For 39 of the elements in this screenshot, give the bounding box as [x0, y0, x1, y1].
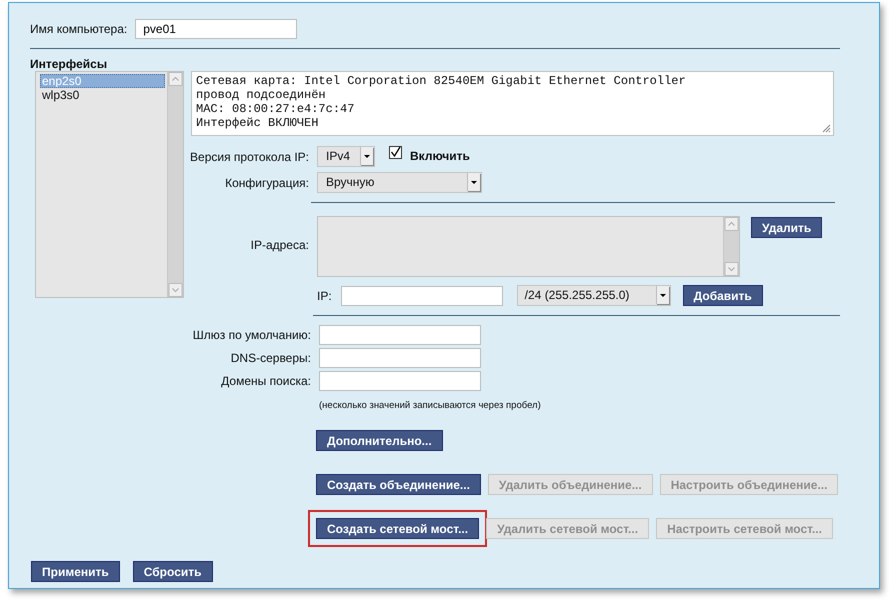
field-label: Шлюз по умолчанию:	[192, 328, 311, 342]
netmask-select[interactable]: /24 (255.255.255.0)	[516, 285, 671, 306]
configuration-select[interactable]: Вручную	[317, 172, 482, 193]
scroll-down-icon[interactable]	[168, 283, 183, 297]
enable-checkbox[interactable]: Включить	[389, 146, 470, 167]
interfaces-heading: Интерфейсы	[30, 57, 108, 71]
scroll-up-icon[interactable]	[724, 217, 739, 231]
scroll-up-icon[interactable]	[168, 72, 183, 86]
delete-button[interactable]: Удалить	[751, 217, 822, 238]
interface-item[interactable]: wlp3s0	[40, 88, 165, 102]
info-line: Сетевая карта: Intel Corporation 82540EM Gigabit Ethernet Controller	[196, 74, 686, 88]
checkbox-icon[interactable]	[389, 146, 402, 159]
input-field[interactable]	[319, 325, 481, 345]
footer-button[interactable]: Применить	[31, 561, 120, 582]
info-line: провод подсоединён	[196, 88, 326, 102]
scrollbar[interactable]	[723, 217, 739, 276]
scrollbar[interactable]	[167, 72, 183, 297]
ip-label: IP:	[317, 288, 332, 302]
field-label: Домены поиска:	[220, 374, 311, 388]
hostname-label: Имя компьютера:	[30, 22, 128, 36]
ip-version-select[interactable]: IPv4	[317, 146, 375, 167]
scroll-down-icon[interactable]	[724, 262, 739, 276]
field-label: DNS-серверы:	[230, 351, 311, 365]
hostname-field[interactable]: pve01	[135, 19, 298, 39]
action-button[interactable]: Создать сетевой мост...	[316, 518, 480, 539]
ip-addresses-label: IP-адреса:	[250, 238, 309, 252]
info-line: Интерфейс ВКЛЮЧЕН	[196, 116, 318, 130]
action-button[interactable]: Создать объединение...	[316, 474, 481, 495]
hint-text: (несколько значений записываются через пробел)	[319, 400, 542, 413]
advanced-button[interactable]: Дополнительно...	[316, 430, 443, 451]
ip-field[interactable]	[340, 286, 503, 306]
resize-grip-icon[interactable]	[821, 123, 831, 133]
input-field[interactable]	[319, 348, 481, 368]
input-field[interactable]	[319, 371, 481, 391]
ip-version-label: Версия протокола IP:	[189, 150, 309, 164]
footer-button[interactable]: Сбросить	[132, 561, 212, 582]
configuration-label: Конфигурация:	[224, 176, 309, 190]
info-line: MAC: 08:00:27:e4:7c:47	[196, 102, 354, 116]
add-button[interactable]: Добавить	[682, 285, 763, 306]
